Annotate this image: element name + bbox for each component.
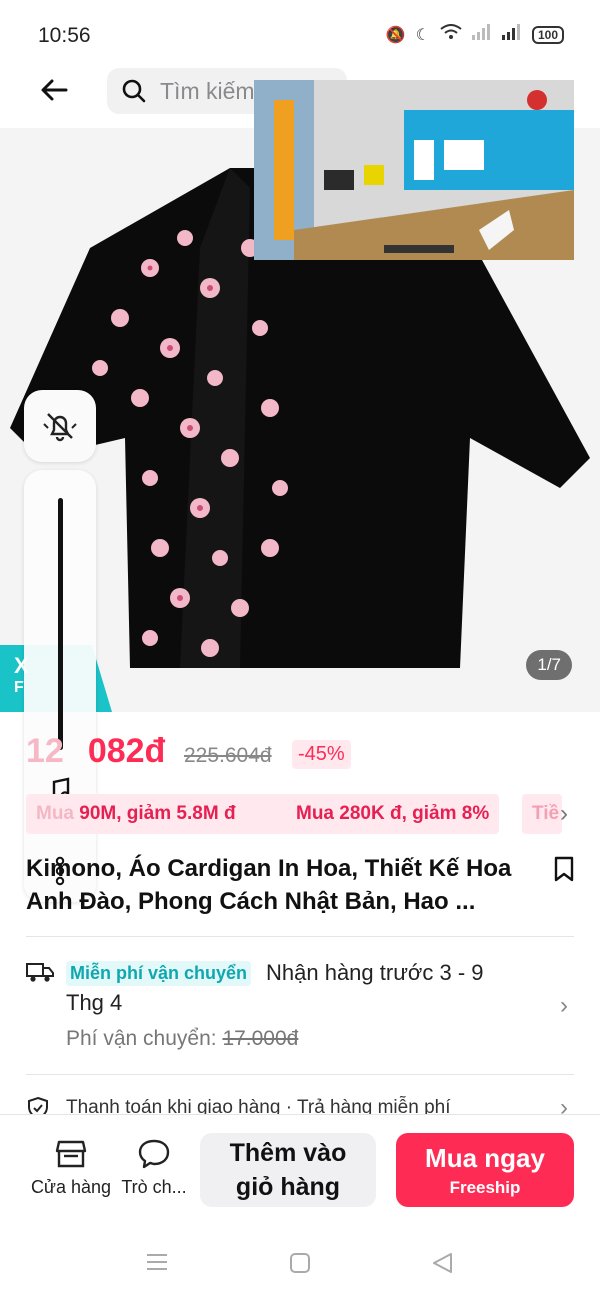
wifi-icon	[440, 24, 462, 45]
sale-price: 12 082đ	[26, 732, 165, 771]
recents-icon[interactable]	[146, 1252, 168, 1277]
product-title: Kimono, Áo Cardigan In Hoa, Thiết Kế Hoa…	[26, 855, 512, 915]
shipping-fee: Phí vận chuyển: 17.000đ	[66, 1027, 298, 1051]
add-to-cart-button[interactable]: Thêm vào giỏ hàng	[200, 1133, 376, 1207]
ringer-toggle-button[interactable]	[24, 390, 96, 462]
divider	[26, 1074, 574, 1075]
sale-price-visible: 12	[26, 732, 64, 770]
divider	[26, 936, 574, 937]
delivery-estimate-month: Thg 4	[66, 990, 123, 1015]
original-price: 225.604đ	[184, 744, 272, 767]
signal-icon	[471, 24, 492, 45]
home-icon[interactable]	[289, 1252, 311, 1279]
image-counter: 1/7	[526, 650, 572, 680]
shipping-chevron-icon[interactable]: ›	[560, 992, 568, 1020]
sale-price-tail: 082đ	[87, 732, 166, 770]
shop-label: Cửa hàng	[30, 1177, 112, 1197]
shipping-fee-value: 17.000đ	[222, 1027, 299, 1050]
vibrate-off-icon: 🔕	[385, 26, 406, 44]
chat-bubble-icon	[138, 1139, 170, 1169]
back-arrow-icon[interactable]	[36, 72, 76, 112]
add-to-cart-line2: giỏ hàng	[235, 1173, 341, 1201]
delivery-estimate: Nhận hàng trước 3 - 9	[266, 960, 484, 985]
chat-button[interactable]: Trò ch...	[114, 1138, 194, 1198]
search-icon	[121, 78, 147, 109]
shipping-fee-label: Phí vận chuyển:	[66, 1027, 223, 1050]
pip-video-player[interactable]: video	[254, 80, 574, 260]
clock: 10:56	[38, 24, 91, 47]
volume-slider[interactable]	[58, 498, 63, 750]
promo-chip-1[interactable]: Mua 90M, giảm 5.8M đ	[26, 794, 290, 834]
promo-chip-1-text: 90M, giảm 5.8M đ	[79, 803, 236, 824]
truck-icon	[26, 960, 54, 984]
promo-chip-1-prefix: Mua	[36, 803, 74, 824]
battery-icon: 100	[531, 25, 564, 44]
signal-icon-2	[501, 24, 522, 45]
promo-tab-sub: F	[14, 679, 24, 696]
buy-now-sub: Freeship	[449, 1177, 521, 1197]
status-icons: 🔕 ☾ 100	[386, 24, 564, 45]
back-icon[interactable]	[431, 1252, 453, 1279]
discount-badge: -45%	[292, 740, 351, 769]
status-bar: 10:56 🔕 ☾ 100	[0, 0, 600, 70]
bookmark-icon[interactable]	[552, 856, 576, 882]
promo-chip-2[interactable]: Mua 280K đ, giảm 8%	[286, 794, 500, 834]
system-nav-bar	[0, 1224, 600, 1300]
chat-label: Trò ch...	[121, 1177, 187, 1197]
promo-chip-3[interactable]: Tiề	[522, 794, 562, 834]
add-to-cart-line1: Thêm vào	[229, 1139, 347, 1167]
bell-off-icon	[43, 413, 77, 442]
buy-now-button[interactable]: Mua ngay Freeship	[396, 1133, 574, 1207]
free-shipping-badge: Miễn phí vận chuyển	[66, 961, 252, 986]
search-input[interactable]: Tìm kiếm	[160, 78, 255, 105]
chevron-right-icon[interactable]: ›	[560, 800, 568, 828]
buy-now-label: Mua ngay	[425, 1142, 545, 1173]
store-icon	[55, 1140, 87, 1168]
moon-icon: ☾	[415, 26, 430, 44]
shop-button[interactable]: Cửa hàng	[26, 1138, 116, 1198]
